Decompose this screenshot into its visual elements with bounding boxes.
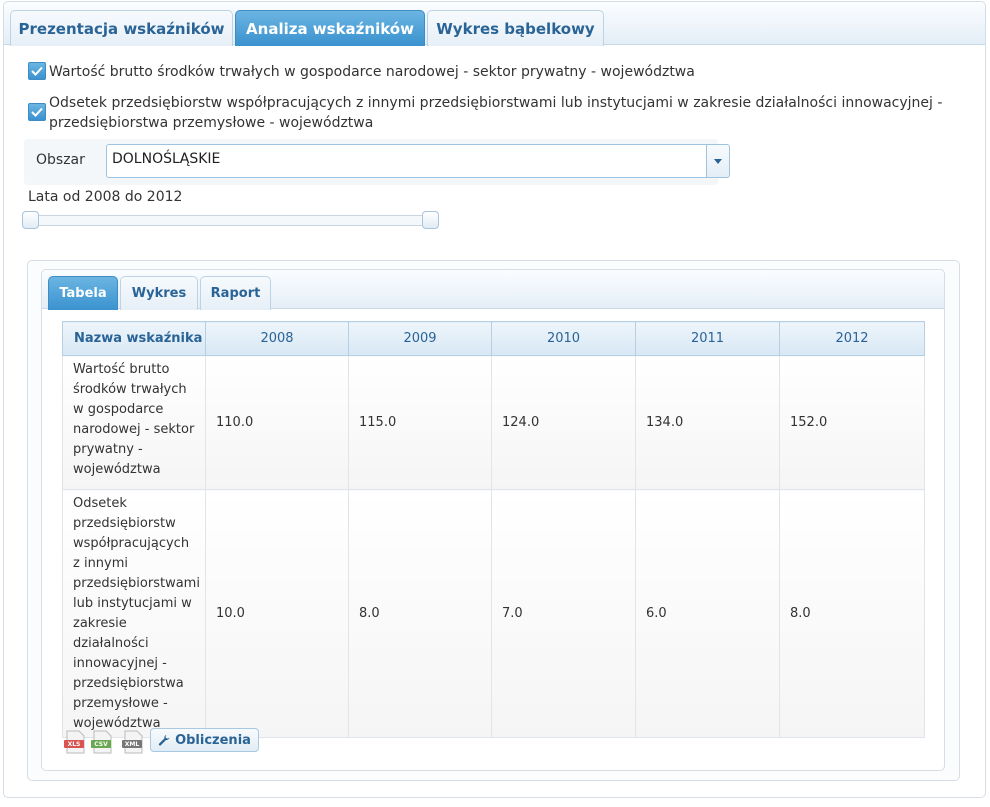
indicator-2-label: Odsetek przedsiębiorstw współpracujących… (49, 95, 943, 131)
value-cell: 134.0 (635, 355, 780, 490)
table-header-row: Nazwa wskaźnika 2008 2009 2010 2011 2012 (62, 321, 925, 356)
column-header[interactable]: 2012 (779, 321, 925, 356)
indicator-1-row[interactable]: Wartość brutto środków trwałych w gospod… (28, 62, 695, 82)
table-row: Odsetek przedsiębiorstw współpracujących… (62, 489, 925, 738)
years-slider-track[interactable] (30, 215, 430, 226)
value-cell: 6.0 (635, 489, 780, 738)
check-icon[interactable] (28, 62, 46, 80)
check-icon[interactable] (28, 103, 46, 121)
indicators-table: Nazwa wskaźnika 2008 2009 2010 2011 2012… (62, 321, 925, 738)
area-label: Obszar (36, 152, 85, 168)
value-cell: 115.0 (348, 355, 492, 490)
tab-report[interactable]: Raport (200, 276, 271, 310)
value-cell: 124.0 (491, 355, 636, 490)
area-select[interactable]: DOLNOŚLĄSKIE (106, 144, 707, 178)
svg-text:CSV: CSV (94, 741, 108, 748)
column-header[interactable]: 2010 (491, 321, 636, 356)
xml-export-icon[interactable]: XML (121, 730, 145, 754)
value-cell: 7.0 (491, 489, 636, 738)
svg-text:XML: XML (125, 741, 140, 748)
indicator-2-row[interactable]: Odsetek przedsiębiorstw współpracujących… (28, 93, 958, 133)
tab-table[interactable]: Tabela (48, 276, 118, 310)
chevron-down-icon (714, 158, 722, 164)
results-tabbar: Tabela Wykres Raport (42, 270, 944, 310)
column-header[interactable]: 2008 (205, 321, 349, 356)
years-slider-handle-from[interactable] (22, 211, 39, 229)
table-row: Wartość brutto środków trwałych w gospod… (62, 355, 925, 490)
years-label: Lata od 2008 do 2012 (28, 189, 183, 205)
tab-chart[interactable]: Wykres (120, 276, 198, 310)
dropdown-toggle[interactable] (706, 144, 730, 178)
value-cell: 152.0 (779, 355, 925, 490)
value-cell: 110.0 (205, 355, 349, 490)
column-header[interactable]: 2009 (348, 321, 492, 356)
column-header[interactable]: Nazwa wskaźnika (62, 321, 206, 356)
calculations-label: Obliczenia (175, 732, 251, 748)
top-tabbar: Prezentacja wskaźników Analiza wskaźnikó… (4, 2, 985, 46)
calculations-button[interactable]: Obliczenia (150, 728, 259, 752)
svg-text:XLS: XLS (68, 741, 81, 748)
tab-analysis[interactable]: Analiza wskaźników (235, 10, 425, 46)
indicator-name-cell: Wartość brutto środków trwałych w gospod… (62, 355, 206, 490)
tab-bubble-chart[interactable]: Wykres bąbelkowy (427, 10, 604, 46)
value-cell: 8.0 (779, 489, 925, 738)
tab-presentation[interactable]: Prezentacja wskaźników (10, 10, 233, 46)
indicator-name-cell: Odsetek przedsiębiorstw współpracujących… (62, 489, 206, 738)
column-header[interactable]: 2011 (635, 321, 780, 356)
xls-export-icon[interactable]: XLS (63, 730, 87, 754)
value-cell: 10.0 (205, 489, 349, 738)
years-slider-handle-to[interactable] (422, 211, 439, 229)
wrench-icon (158, 734, 170, 746)
indicator-1-label: Wartość brutto środków trwałych w gospod… (49, 64, 695, 80)
value-cell: 8.0 (348, 489, 492, 738)
csv-export-icon[interactable]: CSV (90, 730, 114, 754)
area-selector: Obszar DOLNOŚLĄSKIE (24, 139, 730, 185)
